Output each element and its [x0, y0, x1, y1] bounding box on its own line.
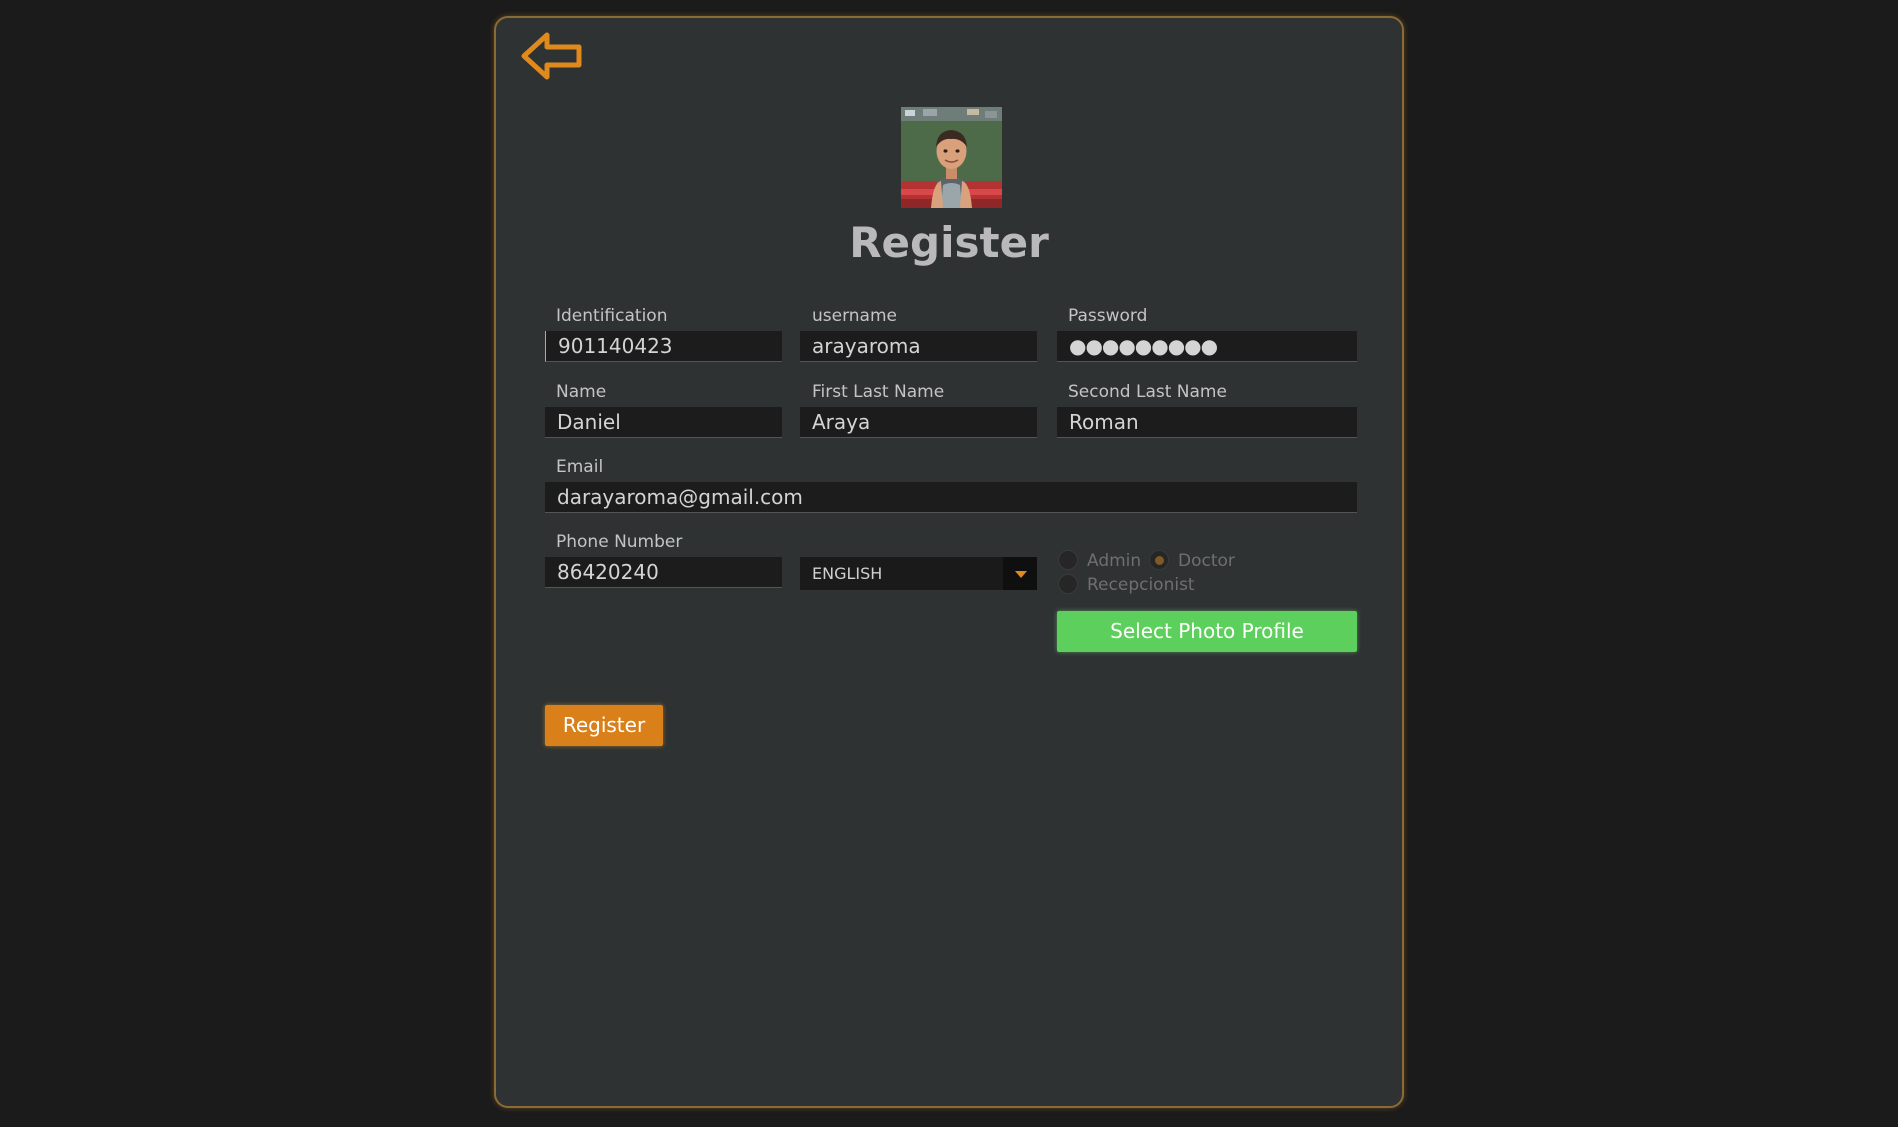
username-label: username — [812, 306, 897, 326]
page-title: Register — [849, 218, 1049, 267]
phone-field[interactable] — [545, 557, 782, 588]
username-field[interactable] — [800, 331, 1037, 362]
chevron-down-icon[interactable] — [1003, 557, 1037, 590]
select-photo-profile-button[interactable]: Select Photo Profile — [1057, 611, 1357, 652]
language-select[interactable]: ENGLISH — [800, 557, 1037, 590]
radio-circle-admin — [1058, 550, 1078, 570]
first-last-name-label: First Last Name — [812, 382, 945, 402]
name-field[interactable] — [545, 407, 782, 438]
back-arrow-icon — [521, 32, 582, 80]
radio-circle-doctor — [1149, 550, 1169, 570]
second-last-name-label: Second Last Name — [1068, 382, 1227, 402]
role-label-recepcionist: Recepcionist — [1087, 575, 1195, 595]
email-field[interactable] — [545, 482, 1357, 513]
register-panel: Register Identification username Passwor… — [494, 16, 1404, 1108]
radio-circle-recepcionist — [1058, 574, 1078, 594]
second-last-name-field[interactable] — [1057, 407, 1357, 438]
password-label: Password — [1068, 306, 1148, 326]
back-button[interactable] — [519, 28, 587, 84]
identification-field[interactable] — [545, 331, 782, 362]
role-label-doctor: Doctor — [1178, 551, 1235, 571]
role-label-admin: Admin — [1087, 551, 1142, 571]
password-field[interactable] — [1057, 331, 1357, 362]
language-select-value: ENGLISH — [812, 564, 883, 583]
name-label: Name — [556, 382, 607, 402]
phone-label: Phone Number — [556, 532, 683, 552]
identification-label: Identification — [556, 306, 668, 326]
email-label: Email — [556, 457, 604, 477]
first-last-name-field[interactable] — [800, 407, 1037, 438]
register-button[interactable]: Register — [545, 705, 663, 746]
profile-photo — [901, 107, 1002, 208]
